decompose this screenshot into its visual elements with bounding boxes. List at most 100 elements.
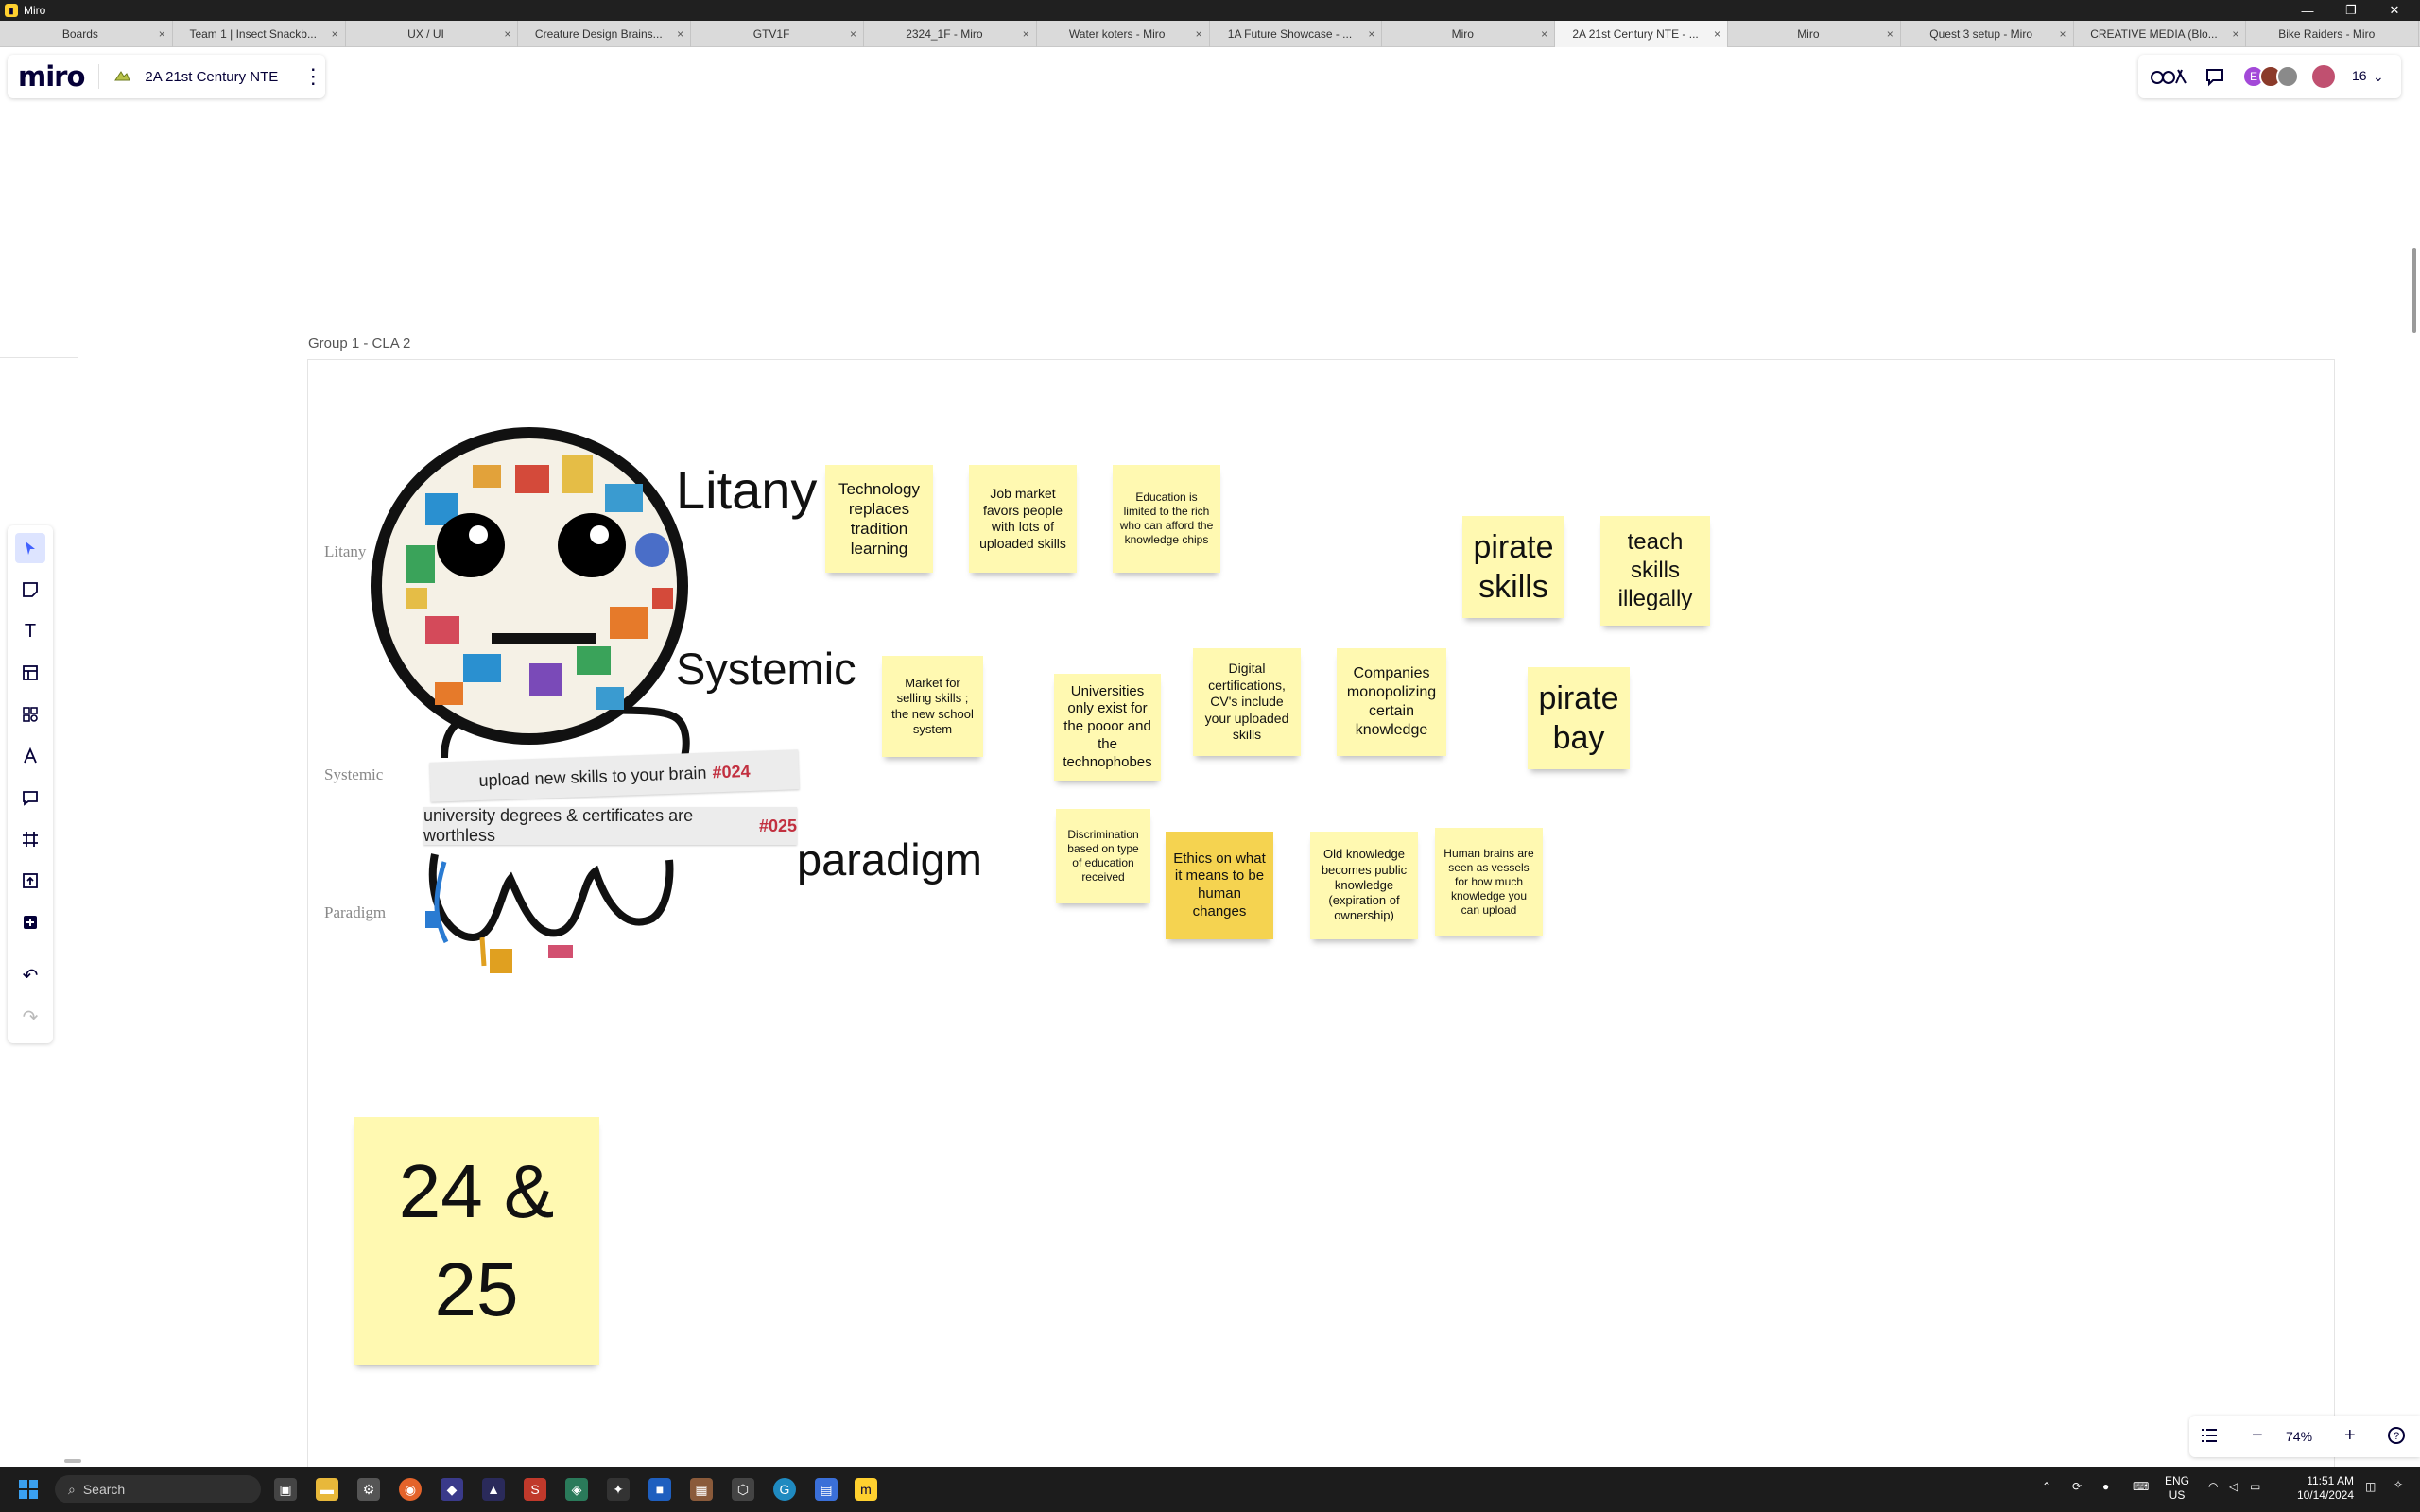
more-options-icon[interactable]: ⋮ <box>302 64 323 89</box>
sticky-note[interactable]: Old knowledge becomes public knowledge (… <box>1310 832 1418 939</box>
app-icon[interactable]: ▲ <box>482 1478 505 1501</box>
sticky-note[interactable]: Digital certifications, CV's include you… <box>1193 648 1301 756</box>
app-icon[interactable]: S <box>524 1478 546 1501</box>
app-icon[interactable]: ⬡ <box>732 1478 754 1501</box>
maximize-button[interactable]: ❐ <box>2329 0 2373 21</box>
close-tab-icon[interactable]: × <box>2232 27 2238 41</box>
close-tab-icon[interactable]: × <box>504 27 510 41</box>
frame-title[interactable]: Group 1 - CLA 2 <box>308 335 410 352</box>
horizontal-scrollbar[interactable] <box>64 1459 81 1463</box>
close-tab-icon[interactable]: × <box>332 27 338 41</box>
close-tab-icon[interactable]: × <box>1023 27 1029 41</box>
board-thumbnail-icon[interactable] <box>112 67 131 86</box>
current-user-avatar[interactable] <box>2310 63 2337 90</box>
sticky-note[interactable]: Human brains are seen as vessels for how… <box>1435 828 1543 936</box>
sticky-note[interactable]: teach skills illegally <box>1600 516 1710 626</box>
board-name[interactable]: 2A 21st Century NTE <box>145 69 278 85</box>
language-indicator[interactable]: ENG US <box>2165 1474 2189 1503</box>
tab-ux-ui[interactable]: UX / UI × <box>346 21 519 47</box>
sticky-note[interactable]: Universities only exist for the pooor an… <box>1054 674 1161 781</box>
sticky-note[interactable]: Companies monopolizing certain knowledge <box>1337 648 1446 756</box>
task-view-icon[interactable]: ▣ <box>274 1478 297 1501</box>
close-tab-icon[interactable]: × <box>677 27 683 41</box>
close-tab-icon[interactable]: × <box>1541 27 1547 41</box>
avatar[interactable] <box>2276 65 2299 88</box>
notification-icon[interactable]: ◫ <box>2365 1480 2376 1493</box>
close-tab-icon[interactable]: × <box>1714 27 1720 41</box>
app-icon[interactable]: ▤ <box>815 1478 838 1501</box>
tab-2a-21st-century[interactable]: 2A 21st Century NTE - ... × <box>1555 21 1728 47</box>
tab-gtv1f[interactable]: GTV1F × <box>691 21 864 47</box>
sticky-note[interactable]: Technology replaces tradition learning <box>825 465 933 573</box>
sticky-note[interactable]: Ethics on what it means to be human chan… <box>1166 832 1273 939</box>
sticky-note[interactable]: Discrimination based on type of educatio… <box>1056 809 1150 903</box>
reactions-icon[interactable] <box>2150 66 2189 93</box>
sticky-note[interactable]: Market for selling skills ; the new scho… <box>882 656 983 757</box>
app-icon[interactable]: ⚙ <box>357 1478 380 1501</box>
board-header-panel: miro 2A 21st Century NTE ⋮ <box>8 55 325 98</box>
board-outline-icon[interactable] <box>2199 1425 2220 1452</box>
heading-litany[interactable]: Litany <box>676 459 817 521</box>
banner-text: university degrees & certificates are wo… <box>424 806 694 845</box>
tab-2324-1f[interactable]: 2324_1F - Miro × <box>864 21 1037 47</box>
tab-miro-2[interactable]: Miro × <box>1728 21 1901 47</box>
battery-icon[interactable]: ▭ <box>2250 1480 2260 1493</box>
help-icon[interactable]: ? <box>2386 1425 2407 1452</box>
banner-degrees-worthless[interactable]: university degrees & certificates are wo… <box>424 806 797 845</box>
app-icon[interactable]: ◈ <box>565 1478 588 1501</box>
zoom-out-icon[interactable]: − <box>2252 1425 2263 1447</box>
tab-miro-1[interactable]: Miro × <box>1382 21 1556 47</box>
close-tab-icon[interactable]: × <box>1196 27 1202 41</box>
app-icon[interactable]: ■ <box>648 1478 671 1501</box>
vertical-scrollbar[interactable] <box>2412 248 2416 333</box>
tab-quest-3-setup[interactable]: Quest 3 setup - Miro × <box>1901 21 2074 47</box>
close-tab-icon[interactable]: × <box>1368 27 1374 41</box>
app-icon[interactable]: ◆ <box>441 1478 463 1501</box>
keyboard-icon[interactable]: ⌨ <box>2133 1480 2149 1493</box>
chevron-down-icon[interactable]: ⌄ <box>2373 69 2384 85</box>
row-label-litany[interactable]: Litany <box>324 542 366 561</box>
copilot-icon[interactable]: ✧ <box>2394 1478 2403 1491</box>
close-tab-icon[interactable]: × <box>159 27 165 41</box>
miro-logo[interactable]: miro <box>18 60 85 93</box>
sticky-note-24-25[interactable]: 24 & 25 <box>354 1117 599 1365</box>
tab-creature-design[interactable]: Creature Design Brains... × <box>518 21 692 47</box>
zoom-in-icon[interactable]: + <box>2344 1425 2356 1447</box>
tab-bike-raiders[interactable]: Bike Raiders - Miro <box>2246 21 2420 47</box>
sticky-note[interactable]: Job market favors people with lots of up… <box>969 465 1077 573</box>
miro-taskbar-icon[interactable]: m <box>855 1478 877 1501</box>
heading-systemic[interactable]: Systemic <box>676 643 856 695</box>
sticky-note[interactable]: pirate bay <box>1528 667 1630 769</box>
close-tab-icon[interactable]: × <box>2060 27 2066 41</box>
app-icon[interactable]: ✦ <box>607 1478 630 1501</box>
collaborator-count[interactable]: 16 <box>2352 68 2367 83</box>
tab-boards[interactable]: Boards × <box>0 21 173 47</box>
app-tray-icon[interactable]: ● <box>2102 1480 2109 1493</box>
file-explorer-icon[interactable]: ▬ <box>316 1478 338 1501</box>
close-window-button[interactable]: ✕ <box>2373 0 2416 21</box>
sticky-note[interactable]: pirate skills <box>1462 516 1564 618</box>
sync-icon[interactable]: ⟳ <box>2072 1480 2082 1493</box>
minimize-button[interactable]: — <box>2286 0 2329 21</box>
sticky-note[interactable]: Education is limited to the rich who can… <box>1113 465 1220 573</box>
clock[interactable]: 11:51 AM 10/14/2024 <box>2278 1474 2354 1503</box>
firefox-icon[interactable]: ◉ <box>399 1478 422 1501</box>
taskbar-search[interactable]: ⌕ Search <box>55 1475 261 1503</box>
chevron-up-icon[interactable]: ⌃ <box>2042 1480 2051 1493</box>
window-title: Miro <box>24 4 46 17</box>
banner-text: upload new skills to your brain <box>478 763 707 790</box>
tab-team1[interactable]: Team 1 | Insect Snackb... × <box>173 21 346 47</box>
tab-creative-media[interactable]: CREATIVE MEDIA (Blo... × <box>2074 21 2247 47</box>
heading-paradigm[interactable]: paradigm <box>797 833 982 885</box>
close-tab-icon[interactable]: × <box>850 27 856 41</box>
tab-water-koters[interactable]: Water koters - Miro × <box>1037 21 1210 47</box>
close-tab-icon[interactable]: × <box>1887 27 1893 41</box>
volume-icon[interactable]: ◁ <box>2229 1480 2238 1493</box>
wifi-icon[interactable]: ◠ <box>2208 1480 2218 1493</box>
comments-icon[interactable] <box>2204 66 2225 93</box>
app-icon[interactable]: ▦ <box>690 1478 713 1501</box>
app-icon[interactable]: G <box>773 1478 796 1501</box>
windows-start-icon[interactable] <box>17 1478 40 1501</box>
zoom-level[interactable]: 74% <box>2286 1429 2312 1444</box>
tab-1a-future-showcase[interactable]: 1A Future Showcase - ... × <box>1210 21 1383 47</box>
